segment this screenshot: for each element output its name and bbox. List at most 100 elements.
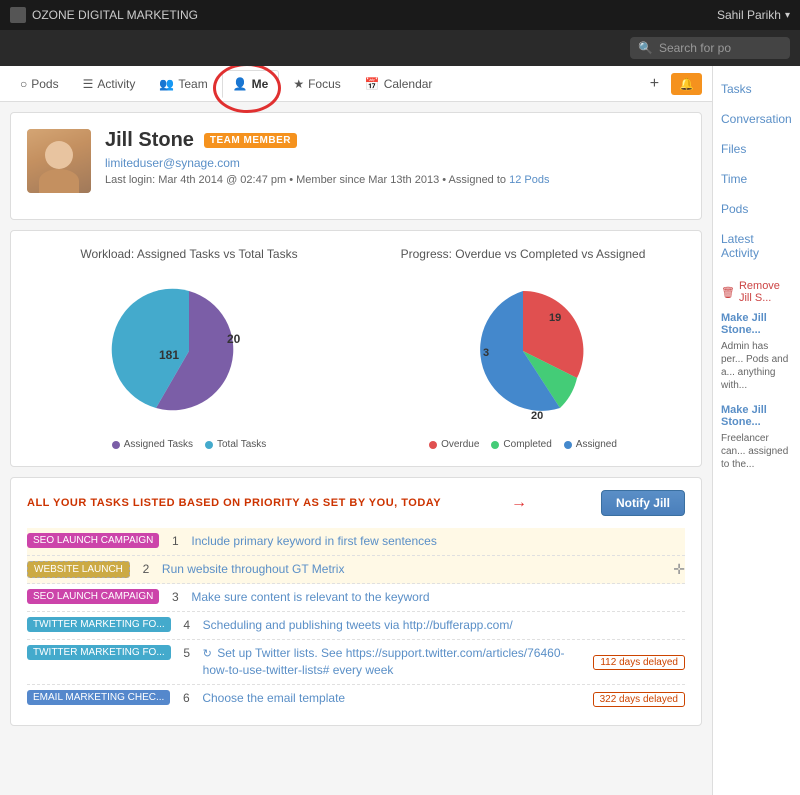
tab-me[interactable]: 👤 Me [222,70,280,98]
sidebar-link-time[interactable]: Time [721,166,792,192]
assigned-dot [112,441,120,449]
workload-chart-wrap: 181 20 [27,271,351,431]
orange-tab[interactable]: 🔔 [671,73,702,95]
svg-text:3: 3 [483,347,489,359]
sidebar-link-conversation[interactable]: Conversation [721,106,792,132]
user-name: Sahil Parikh [717,8,781,22]
topbar-right[interactable]: Sahil Parikh ▾ [717,8,790,22]
workload-chart-legend: Assigned Tasks Total Tasks [27,439,351,450]
profile-header: Jill Stone TEAM MEMBER limiteduser@synag… [27,129,685,193]
task-desc-6[interactable]: Choose the email template [202,690,584,707]
tab-activity-label: Activity [97,77,135,91]
activity-icon: ☰ [83,77,94,91]
legend-total: Total Tasks [205,439,266,450]
task-pod-tag-2: WEBSITE LAUNCH [27,561,130,578]
nav-tabs: ○ Pods ☰ Activity 👥 Team 👤 Me ★ Focus [0,66,712,102]
tab-focus[interactable]: ★ Focus [283,71,350,97]
task-desc-2[interactable]: Run website throughout GT Metrix [162,561,665,578]
completed-label: Completed [503,439,551,450]
right-sidebar: Tasks Conversation Files Time Pods Lates… [712,66,800,795]
make-jill-link-1[interactable]: Make Jill Stone... [721,312,792,336]
app-title: OZONE DIGITAL MARKETING [32,8,198,22]
task-desc-4[interactable]: Scheduling and publishing tweets via htt… [203,617,685,634]
sidebar-link-activity[interactable]: Latest Activity [721,226,792,266]
center-content: ○ Pods ☰ Activity 👥 Team 👤 Me ★ Focus [0,66,712,795]
task-row-5: TWITTER MARKETING FO... 5 ↻ Set up Twitt… [27,640,685,685]
progress-chart-legend: Overdue Completed Assigned [361,439,685,450]
total-label: Total Tasks [217,439,266,450]
task-pod-tag-4: TWITTER MARKETING FO... [27,617,171,632]
profile-info: Jill Stone TEAM MEMBER limiteduser@synag… [105,129,685,186]
task-desc-1[interactable]: Include primary keyword in first few sen… [191,533,685,550]
topbar: OZONE DIGITAL MARKETING Sahil Parikh ▾ [0,0,800,30]
arrow-annotation: → [511,494,527,512]
task-pod-tag-6: EMAIL MARKETING CHEC... [27,690,170,705]
profile-email[interactable]: limiteduser@synage.com [105,156,685,170]
notify-button[interactable]: Notify Jill [601,490,685,516]
task-num-2: 2 [138,561,154,576]
assigned2-dot [564,441,572,449]
focus-icon: ★ [293,77,304,91]
sidebar-link-tasks[interactable]: Tasks [721,76,792,102]
task-num-6: 6 [178,690,194,705]
task-delay-badge-6: 322 days delayed [593,692,685,707]
task-num-4: 4 [179,617,195,632]
profile-name-row: Jill Stone TEAM MEMBER [105,129,685,152]
task-row-1: SEO LAUNCH CAMPAIGN 1 Include primary ke… [27,528,685,556]
tab-calendar-label: Calendar [384,77,433,91]
make-desc-1: Admin has per... Pods and a... anything … [721,340,792,392]
tab-me-label: Me [252,77,269,91]
calendar-icon: 📅 [365,77,380,91]
progress-chart: Progress: Overdue vs Completed vs Assign… [361,247,685,450]
task-row-3: SEO LAUNCH CAMPAIGN 3 Make sure content … [27,584,685,612]
task-desc-3[interactable]: Make sure content is relevant to the key… [191,589,685,606]
overdue-dot [429,441,437,449]
add-tab-button[interactable]: + [642,71,667,97]
avatar [27,129,91,193]
trash-icon: 🗑 [721,286,735,299]
make-desc-2: Freelancer can... assigned to the... [721,432,792,471]
pods-link[interactable]: 12 Pods [509,174,549,186]
topbar-left: OZONE DIGITAL MARKETING [10,7,198,23]
completed-dot [491,441,499,449]
workload-chart: Workload: Assigned Tasks vs Total Tasks … [27,247,351,450]
tab-focus-label: Focus [308,77,341,91]
sidebar-link-files[interactable]: Files [721,136,792,162]
overdue-label: Overdue [441,439,479,450]
repeat-icon-5: ↻ [203,648,212,660]
tab-calendar[interactable]: 📅 Calendar [355,71,443,97]
me-icon: 👤 [233,77,248,91]
remove-jill-link[interactable]: 🗑 Remove Jill S... [721,280,792,304]
legend-assigned2: Assigned [564,439,617,450]
tasks-section: ALL YOUR TASKS LISTED BASED ON PRIORITY … [10,477,702,726]
total-dot [205,441,213,449]
task-row-2: WEBSITE LAUNCH 2 Run website throughout … [27,556,685,584]
profile-meta: Last login: Mar 4th 2014 @ 02:47 pm • Me… [105,174,685,186]
tab-team-label: Team [178,77,207,91]
search-icon: 🔍 [638,41,653,55]
tab-team[interactable]: 👥 Team [149,71,217,97]
progress-pie-svg: 19 3 20 [443,271,603,431]
task-desc-5[interactable]: ↻ Set up Twitter lists. See https://supp… [203,645,586,679]
workload-chart-title: Workload: Assigned Tasks vs Total Tasks [27,247,351,261]
legend-assigned: Assigned Tasks [112,439,193,450]
tab-pods[interactable]: ○ Pods [10,71,69,97]
make-jill-link-2[interactable]: Make Jill Stone... [721,404,792,428]
task-num-5: 5 [179,645,195,660]
search-wrap[interactable]: 🔍 [630,37,790,59]
app-icon [10,7,26,23]
legend-overdue: Overdue [429,439,479,450]
team-icon: 👥 [159,77,174,91]
legend-completed: Completed [491,439,551,450]
search-input[interactable] [659,41,782,55]
task-move-icon-2[interactable]: ✛ [673,561,685,578]
svg-text:20: 20 [227,332,241,346]
task-row-4: TWITTER MARKETING FO... 4 Scheduling and… [27,612,685,640]
profile-section: Jill Stone TEAM MEMBER limiteduser@synag… [10,112,702,220]
user-dropdown-arrow[interactable]: ▾ [785,10,790,21]
sidebar-link-pods[interactable]: Pods [721,196,792,222]
progress-chart-title: Progress: Overdue vs Completed vs Assign… [361,247,685,261]
searchbar: 🔍 [0,30,800,66]
task-num-3: 3 [167,589,183,604]
tab-activity[interactable]: ☰ Activity [73,71,146,97]
